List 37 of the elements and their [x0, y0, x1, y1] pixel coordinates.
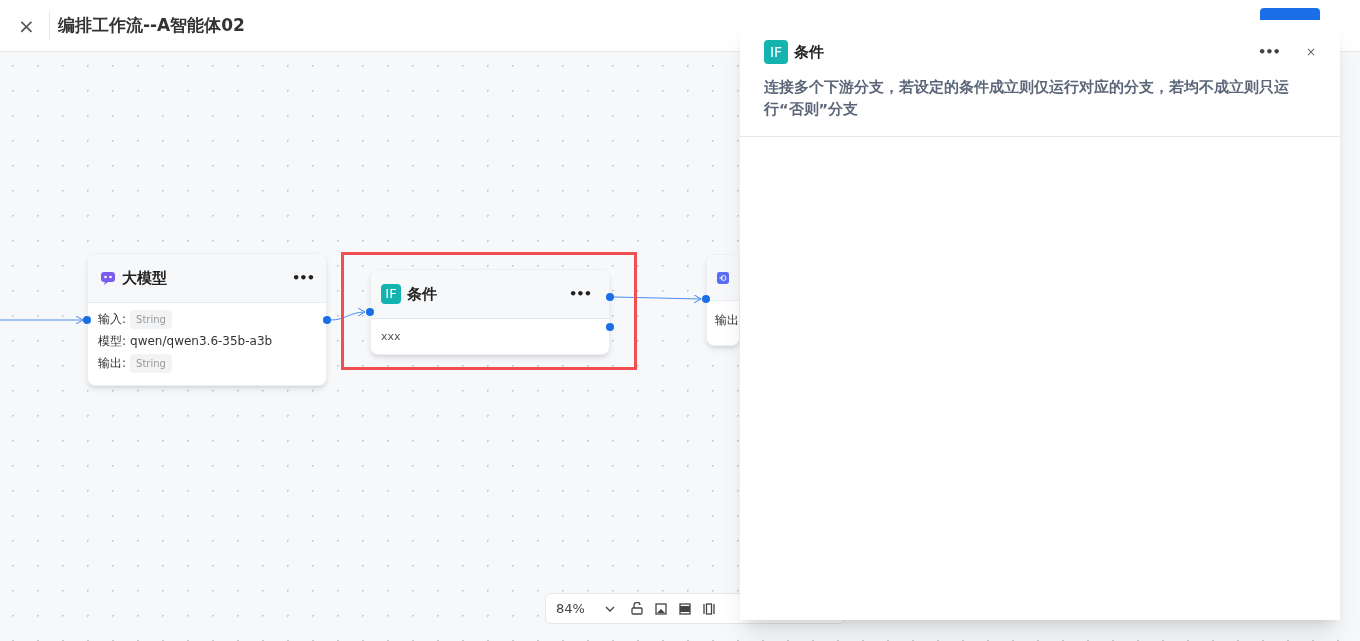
close-button[interactable]: × — [1305, 43, 1316, 61]
panel-title: 条件 — [794, 41, 824, 63]
node-label: 输出 — [714, 312, 739, 329]
node-title: 条件 — [407, 283, 437, 305]
fit-icon[interactable] — [678, 602, 691, 615]
field-label: 输入: — [98, 311, 127, 328]
columns-icon[interactable] — [702, 602, 715, 615]
unlock-icon[interactable] — [630, 602, 643, 615]
more-button[interactable]: ••• — [569, 284, 591, 304]
condition-node[interactable]: IF 条件 ••• xxx — [370, 269, 610, 355]
type-tag: String — [130, 353, 172, 373]
connection-port[interactable] — [606, 293, 614, 301]
node-body-text: xxx — [380, 329, 402, 345]
field-value: qwen/qwen3.6-35b-a3b — [130, 333, 273, 350]
more-button[interactable]: ••• — [1258, 42, 1280, 62]
connection-port[interactable] — [702, 295, 710, 303]
chevron-down-icon — [604, 605, 615, 612]
zoom-select[interactable]: 84% — [552, 598, 619, 619]
node-title: 大模型 — [122, 267, 167, 289]
close-button[interactable]: × — [4, 10, 50, 41]
panel-description: 连接多个下游分支，若设定的条件成立则仅运行对应的分支，若均不成立则只运行“否则”分支 — [764, 78, 1290, 119]
if-icon: IF — [381, 284, 401, 304]
if-icon: IF — [764, 40, 788, 64]
image-icon[interactable] — [654, 602, 667, 615]
field-label: 模型: — [98, 333, 127, 350]
connection-port[interactable] — [366, 308, 374, 316]
connection-port[interactable] — [83, 316, 91, 324]
type-tag: String — [130, 309, 172, 329]
more-button[interactable]: ••• — [292, 268, 314, 288]
llm-node[interactable]: 大模型 ••• 输入: String 模型: qwen/qwen3.6-35b-a3b 输出: String — [87, 253, 327, 386]
output-node[interactable]: 输出 — [706, 254, 740, 346]
robot-icon — [100, 271, 116, 285]
connection-port[interactable] — [606, 323, 614, 331]
connector-arrow — [330, 307, 366, 321]
field-label: 输出: — [98, 355, 127, 372]
window-title: 编排工作流--A智能体02 — [58, 13, 245, 37]
connection-port[interactable] — [323, 316, 331, 324]
